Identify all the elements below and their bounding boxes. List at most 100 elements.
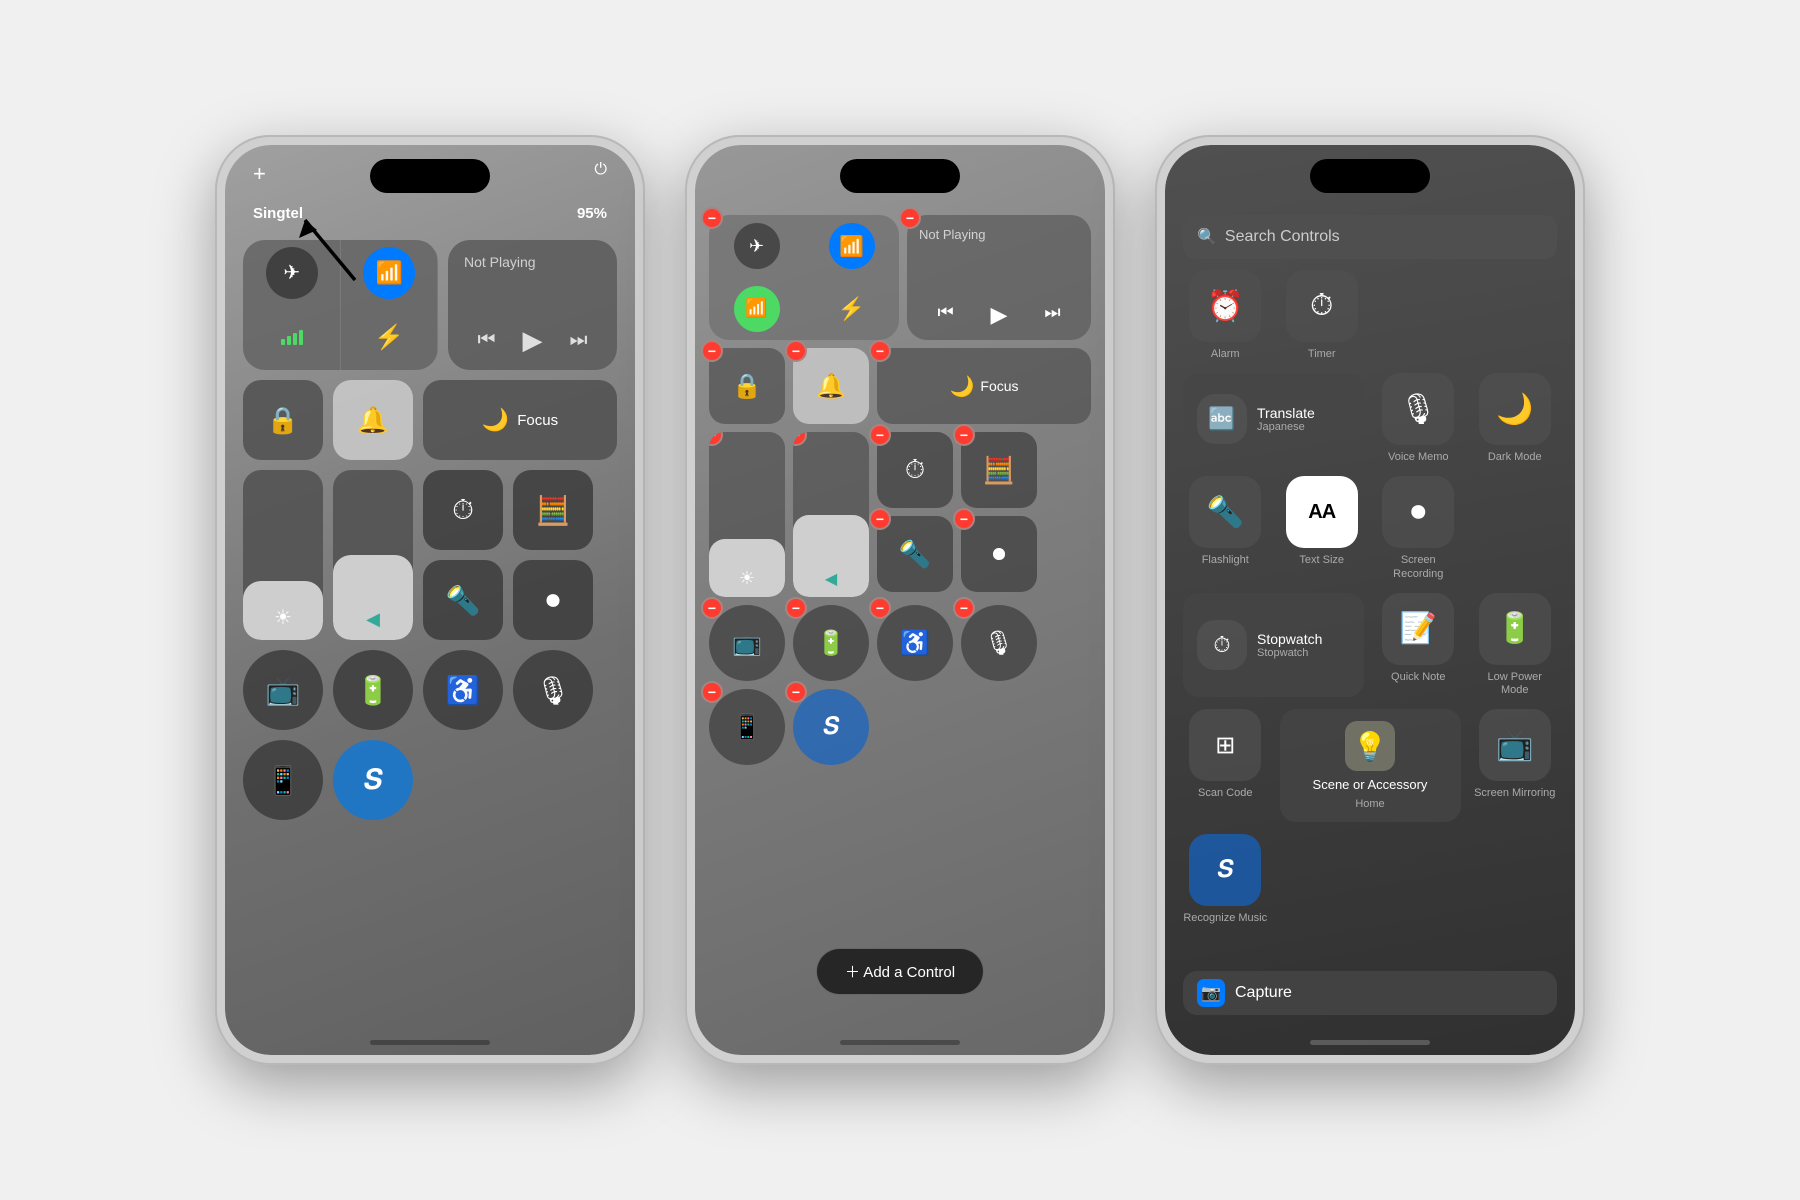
minus-badge-connectivity[interactable]: −: [701, 207, 723, 229]
ctrl-stopwatch[interactable]: ⏱ Stopwatch Stopwatch: [1183, 593, 1364, 697]
rotation-lock-btn[interactable]: 🔒: [243, 380, 323, 460]
alarm-label: Alarm: [1211, 348, 1240, 361]
translate-icon: 🔤: [1208, 406, 1235, 432]
edit-not-playing[interactable]: − Not Playing ⏮ ▶ ⏭: [907, 215, 1091, 340]
minus-badge-shazam[interactable]: −: [785, 681, 807, 703]
edit-brightness[interactable]: − ☀: [709, 432, 785, 597]
ctrl-timer[interactable]: ⏱ Timer: [1280, 270, 1365, 361]
ctrl-dark-mode[interactable]: 🌙 Dark Mode: [1473, 373, 1558, 464]
stopwatch-label: Stopwatch: [1257, 631, 1322, 647]
focus-label: Focus: [517, 412, 558, 429]
minus-badge-focus[interactable]: −: [869, 340, 891, 362]
battery-icon: 🔋: [356, 674, 391, 707]
search-placeholder: Search Controls: [1225, 228, 1340, 246]
battery-btn[interactable]: 🔋: [333, 650, 413, 730]
edit-mute-btn[interactable]: − 🔔: [793, 348, 869, 424]
minus-badge-calc[interactable]: −: [953, 424, 975, 446]
ctrl-screen-mirroring[interactable]: 📺 Screen Mirroring: [1473, 709, 1558, 822]
ctrl-translate[interactable]: 🔤 Translate Japanese: [1183, 373, 1364, 464]
play-btn[interactable]: ▶: [523, 325, 543, 356]
minus-badge-mute[interactable]: −: [785, 340, 807, 362]
battery-label: 95%: [577, 205, 607, 222]
edit-timer-btn[interactable]: − ⏱: [877, 432, 953, 508]
timer-btn[interactable]: ⏱: [423, 470, 503, 550]
translate-label: Translate: [1257, 405, 1315, 421]
edit-remote-btn[interactable]: − 📱: [709, 689, 785, 765]
row-3: ☀ ◀ ⏱ 🔦: [243, 470, 617, 640]
minus-badge-np[interactable]: −: [899, 207, 921, 229]
voice-memo-icon: 🎙: [1399, 392, 1437, 427]
edit-row-1: − ✈ 📶 📶: [709, 215, 1091, 340]
add-controls-button[interactable]: +: [253, 161, 266, 187]
accessibility-icon: ♿: [446, 674, 481, 707]
edit-calc-btn[interactable]: − 🧮: [961, 432, 1037, 508]
ctrl-screen-recording[interactable]: ⏺ Screen Recording: [1376, 476, 1461, 580]
shazam-btn[interactable]: 𝑺: [333, 740, 413, 820]
not-playing-block[interactable]: Not Playing ⏮ ▶ ⏭: [448, 240, 617, 370]
ctrl-quick-note[interactable]: 📝 Quick Note: [1376, 593, 1461, 697]
edit-connectivity[interactable]: − ✈ 📶 📶: [709, 215, 899, 340]
scene-icon: 💡: [1353, 730, 1388, 763]
record-btn[interactable]: ⏺: [513, 560, 593, 640]
control-center-grid-1: ✈ 📶: [243, 240, 617, 820]
edit-mode-grid: − ✈ 📶 📶: [709, 215, 1091, 765]
dynamic-island-2: [840, 159, 960, 193]
ctrl-low-power[interactable]: 🔋 Low Power Mode: [1473, 593, 1558, 697]
search-controls-bar[interactable]: 🔍 Search Controls: [1183, 215, 1557, 259]
ctrl-voice-memo[interactable]: 🎙 Voice Memo: [1376, 373, 1461, 464]
minus-badge-remote[interactable]: −: [701, 681, 723, 703]
ctrl-text-size[interactable]: AA Text Size: [1280, 476, 1365, 580]
edit-lock-btn[interactable]: − 🔒: [709, 348, 785, 424]
minus-badge-mic[interactable]: −: [953, 597, 975, 619]
scene-icon-box: 💡: [1345, 721, 1395, 771]
mic-btn[interactable]: 🎙: [513, 650, 593, 730]
calculator-btn[interactable]: 🧮: [513, 470, 593, 550]
accessibility-btn[interactable]: ♿: [423, 650, 503, 730]
ctrl-scene-accessory[interactable]: 💡 Scene or Accessory Home: [1280, 709, 1461, 822]
prev-btn[interactable]: ⏮: [478, 329, 496, 352]
ctrl-recognize-music[interactable]: 𝑺 Recognize Music: [1183, 834, 1268, 925]
minus-badge-lock[interactable]: −: [701, 340, 723, 362]
flashlight-icon: 🔦: [1207, 495, 1244, 530]
screen-recording-icon-box: ⏺: [1382, 476, 1454, 548]
mute-btn[interactable]: 🔔: [333, 380, 413, 460]
edit-access-btn[interactable]: − ♿: [877, 605, 953, 681]
minus-badge-volume[interactable]: −: [793, 432, 807, 446]
stopwatch-icon: ⏱: [1213, 632, 1230, 658]
edit-battery-btn[interactable]: − 🔋: [793, 605, 869, 681]
edit-focus-btn[interactable]: − 🌙 Focus: [877, 348, 1091, 424]
ctrl-alarm[interactable]: ⏰ Alarm: [1183, 270, 1268, 361]
minus-badge-record[interactable]: −: [953, 508, 975, 530]
minus-badge-brightness[interactable]: −: [709, 432, 723, 446]
edit-volume[interactable]: − ◀: [793, 432, 869, 597]
volume-slider[interactable]: ◀: [333, 470, 413, 640]
next-btn[interactable]: ⏭: [570, 329, 588, 352]
minus-badge-flashlight[interactable]: −: [869, 508, 891, 530]
flashlight-icon: 🔦: [446, 584, 481, 617]
cellular-btn[interactable]: [243, 305, 341, 370]
phone-1: + ⏻ Singtel 95%: [215, 135, 645, 1065]
minus-badge-battery[interactable]: −: [785, 597, 807, 619]
capture-bar[interactable]: 📷 Capture: [1183, 971, 1557, 1015]
minus-badge-access[interactable]: −: [869, 597, 891, 619]
brightness-slider[interactable]: ☀: [243, 470, 323, 640]
add-control-button[interactable]: ＋ Add a Control: [816, 948, 984, 995]
edit-mic-btn[interactable]: − 🎙: [961, 605, 1037, 681]
minus-badge-mirror[interactable]: −: [701, 597, 723, 619]
ctrl-scan-code[interactable]: ⊞ Scan Code: [1183, 709, 1268, 822]
edit-mirror-btn[interactable]: − 📺: [709, 605, 785, 681]
focus-btn[interactable]: 🌙 Focus: [423, 380, 617, 460]
bluetooth-btn[interactable]: ⚡: [341, 305, 439, 370]
wifi-icon: 📶: [376, 260, 403, 286]
remote-btn[interactable]: 📱: [243, 740, 323, 820]
ctrl-flashlight[interactable]: 🔦 Flashlight: [1183, 476, 1268, 580]
screen-mirror-btn[interactable]: 📺: [243, 650, 323, 730]
flashlight-btn[interactable]: 🔦: [423, 560, 503, 640]
edit-flashlight-btn[interactable]: − 🔦: [877, 516, 953, 592]
phone1-screen: + ⏻ Singtel 95%: [225, 145, 635, 1055]
edit-shazam-btn[interactable]: − 𝑺: [793, 689, 869, 765]
power-button-1[interactable]: ⏻: [594, 161, 607, 179]
brightness-icon: ☀: [274, 605, 292, 630]
edit-record-btn[interactable]: − ⏺: [961, 516, 1037, 592]
minus-badge-timer[interactable]: −: [869, 424, 891, 446]
